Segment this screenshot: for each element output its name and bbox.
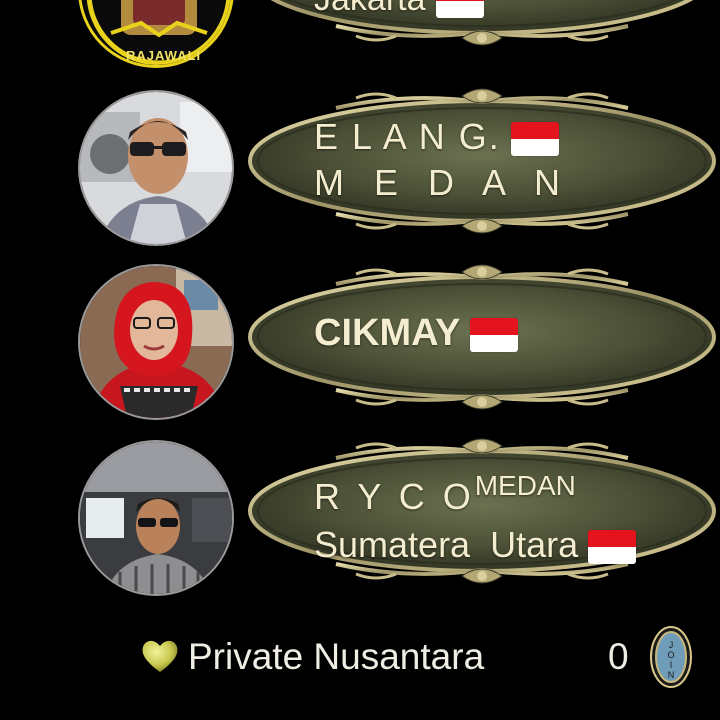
svg-text:O: O (667, 650, 674, 660)
name-plaque: Jakarta (246, 0, 718, 46)
member-city: MEDAN (474, 470, 576, 501)
member-city: M E D A N (314, 162, 571, 203)
member-count: 0 (608, 636, 629, 677)
member-row[interactable]: CIKMAY (0, 262, 720, 422)
name-plaque: R Y C OMEDAN Sumatera Utara (246, 438, 718, 584)
member-region: Sumatera Utara (314, 524, 579, 565)
indonesia-flag-icon (470, 317, 519, 352)
member-row[interactable]: R Y C OMEDAN Sumatera Utara (0, 438, 720, 598)
group-title[interactable]: Private Nusantara (188, 636, 484, 678)
woman-red-hijab-avatar[interactable] (78, 264, 234, 420)
avatar-caption: RAJAWALI (126, 48, 202, 63)
member-name: Jakarta (314, 0, 426, 18)
svg-text:N: N (668, 670, 675, 680)
member-name: E L A N G. (314, 116, 501, 157)
name-plaque: CIKMAY (246, 264, 718, 410)
svg-text:I: I (670, 660, 673, 670)
man-in-car-avatar[interactable] (78, 440, 234, 596)
group-footer[interactable]: Private Nusantara 0 J O I N (0, 624, 720, 694)
man-sunglasses-avatar[interactable] (78, 90, 234, 246)
member-row[interactable]: E L A N G. M E D A N (0, 88, 720, 248)
indonesia-flag-icon (588, 530, 637, 565)
svg-text:J: J (669, 640, 674, 650)
indonesia-flag-icon (510, 122, 559, 157)
green-heart-icon (142, 640, 178, 672)
member-row[interactable]: RAJAWALI Jakarta (0, 0, 720, 80)
member-name: CIKMAY (314, 312, 461, 354)
indonesia-flag-icon (435, 0, 484, 19)
name-plaque: E L A N G. M E D A N (246, 88, 718, 234)
member-name: R Y C O (314, 476, 475, 517)
community-badge-icon[interactable]: J O I N (650, 626, 692, 688)
